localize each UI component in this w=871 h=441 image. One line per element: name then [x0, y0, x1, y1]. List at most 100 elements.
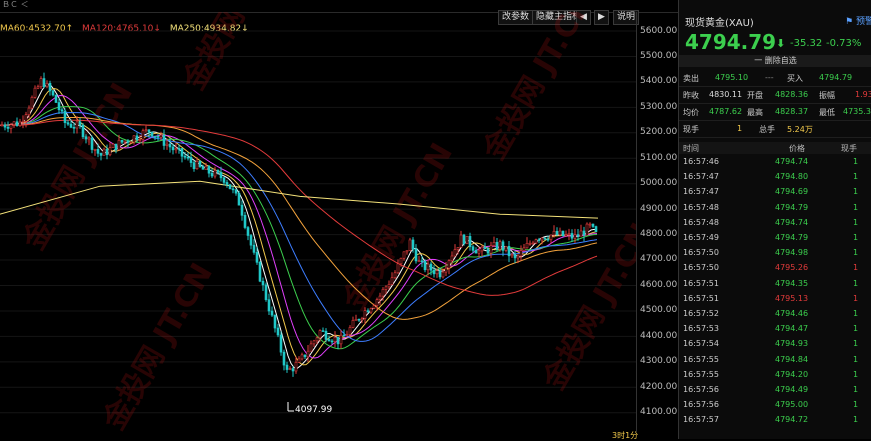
- candle-body: [594, 226, 598, 232]
- price-tick: 4300.00: [640, 356, 678, 366]
- candle-body: [39, 78, 43, 88]
- watermark-text: 金投网 JT.CN: [96, 257, 220, 432]
- amp-value: 1.93: [855, 90, 871, 99]
- candle-body: [351, 320, 355, 328]
- tick-time: 16:57:56: [683, 385, 719, 394]
- candle-body: [240, 204, 244, 216]
- price-change-pct: -0.73%: [826, 38, 862, 49]
- prev-close-value: 4830.11: [709, 90, 743, 99]
- candle-body: [48, 82, 52, 92]
- candle-body: [96, 149, 100, 154]
- stats-row-3: 现手 1 总手 5.24万: [679, 121, 871, 138]
- candle-body: [447, 260, 451, 269]
- candle-body: [255, 252, 259, 263]
- candle-body: [441, 271, 445, 278]
- price-tick: 5000.00: [640, 178, 678, 188]
- candle-body: [150, 131, 154, 137]
- candle-body: [42, 78, 46, 88]
- tick-time: 16:57:47: [683, 187, 719, 197]
- candle-body: [471, 246, 475, 251]
- tick-vol: 1: [853, 309, 859, 318]
- candle-body: [357, 318, 361, 321]
- ticks-header-time: 时间: [683, 144, 699, 153]
- candle-body: [462, 234, 466, 245]
- candle-body: [258, 261, 262, 282]
- tick-time: 16:57:56: [683, 400, 719, 410]
- tick-row: 16:57:51 4794.35 1: [679, 278, 871, 290]
- candle-body: [420, 260, 424, 263]
- candle-body: [162, 134, 166, 146]
- candle-body: [210, 172, 214, 177]
- candle-body: [201, 166, 205, 170]
- tick-price: 4794.47: [775, 324, 809, 334]
- tick-price: 4794.35: [775, 278, 809, 288]
- candle-body: [567, 233, 571, 235]
- candle-body: [465, 236, 469, 245]
- tick-row: 16:57:48 4794.79 1: [679, 202, 871, 214]
- tick-time: 16:57:46: [683, 157, 719, 166]
- candle-body: [84, 136, 88, 140]
- candle-body: [27, 107, 31, 115]
- watermark-text: 金投网 JT.CN: [176, 12, 300, 97]
- low-price-label: 4097.99: [295, 405, 333, 415]
- candle-body: [549, 234, 553, 240]
- candle-body: [153, 135, 157, 138]
- candle-body: [426, 263, 430, 271]
- alert-button[interactable]: ⚑ 预警: [845, 14, 871, 27]
- candle-body: [495, 242, 499, 250]
- tick-price: 4794.74: [775, 157, 809, 166]
- price-tick: 5300.00: [640, 102, 678, 112]
- candle-body: [171, 146, 175, 151]
- chart-area[interactable]: ＢＣ ＜ 改参数 隐藏主指标 ◀ ▶ 说明 MA60:4532.70↑ MA12…: [0, 0, 679, 440]
- candle-body: [144, 129, 148, 132]
- candle-body: [126, 140, 130, 143]
- avg-value: 4787.62: [709, 107, 743, 116]
- candle-body: [249, 235, 253, 246]
- candle-body: [453, 249, 457, 257]
- tick-vol: 1: [853, 369, 859, 379]
- remove-watchlist-button[interactable]: 一 删除自选: [679, 55, 871, 67]
- candle-body: [192, 162, 196, 170]
- candle-body: [360, 318, 364, 321]
- high-value: 4828.37: [775, 107, 809, 116]
- candle-body: [498, 241, 502, 250]
- candlestick-chart[interactable]: 金投网 JT.CN 金投网 JT.CN金投网 JT.CN金投网 JT.CN 金投网 …: [0, 12, 636, 432]
- tick-row: 16:57:49 4794.79 1: [679, 232, 871, 244]
- now-hand-value: 1: [737, 124, 743, 133]
- price-axis: 5600.00 5500.00 5400.00 5300.00 5200.00 …: [636, 12, 679, 432]
- candle-body: [339, 334, 343, 345]
- candle-body: [243, 215, 247, 228]
- candle-body: [9, 124, 13, 129]
- tick-time: 16:57:53: [683, 324, 719, 334]
- tick-price: 4794.93: [775, 339, 809, 349]
- candle-body: [24, 114, 28, 122]
- candle-body: [114, 143, 118, 151]
- total-hand-value: 5.24万: [787, 125, 813, 134]
- tick-vol: 1: [853, 202, 859, 212]
- candle-body: [456, 247, 460, 250]
- candle-body: [324, 330, 328, 340]
- candle-body: [444, 267, 448, 273]
- tick-price: 4794.46: [775, 309, 809, 318]
- candle-body: [75, 121, 79, 129]
- quote-panel: 现货黄金(XAU) ⚑ 预警 4794.79⬇ -35.32 -0.73% 一 …: [678, 0, 871, 439]
- price-tick: 4100.00: [640, 407, 678, 417]
- candle-body: [60, 109, 64, 112]
- candle-body: [363, 310, 367, 319]
- tick-vol: 1: [853, 157, 859, 166]
- tick-row: 16:57:57 4794.72 1: [679, 414, 871, 426]
- candle-body: [579, 230, 583, 237]
- price-tick: 5600.00: [640, 26, 678, 36]
- candle-body: [219, 172, 223, 179]
- tick-row: 16:57:55 4794.84 1: [679, 354, 871, 366]
- candle-body: [36, 86, 40, 89]
- tick-vol: 1: [853, 278, 859, 288]
- price-tick: 5400.00: [640, 76, 678, 86]
- tick-row: 16:57:52 4794.46 1: [679, 308, 871, 320]
- candle-body: [78, 121, 82, 126]
- tick-time: 16:57:51: [683, 278, 719, 288]
- candle-body: [537, 239, 541, 241]
- candle-body: [408, 239, 412, 251]
- candle-body: [105, 148, 109, 156]
- candle-body: [333, 336, 337, 342]
